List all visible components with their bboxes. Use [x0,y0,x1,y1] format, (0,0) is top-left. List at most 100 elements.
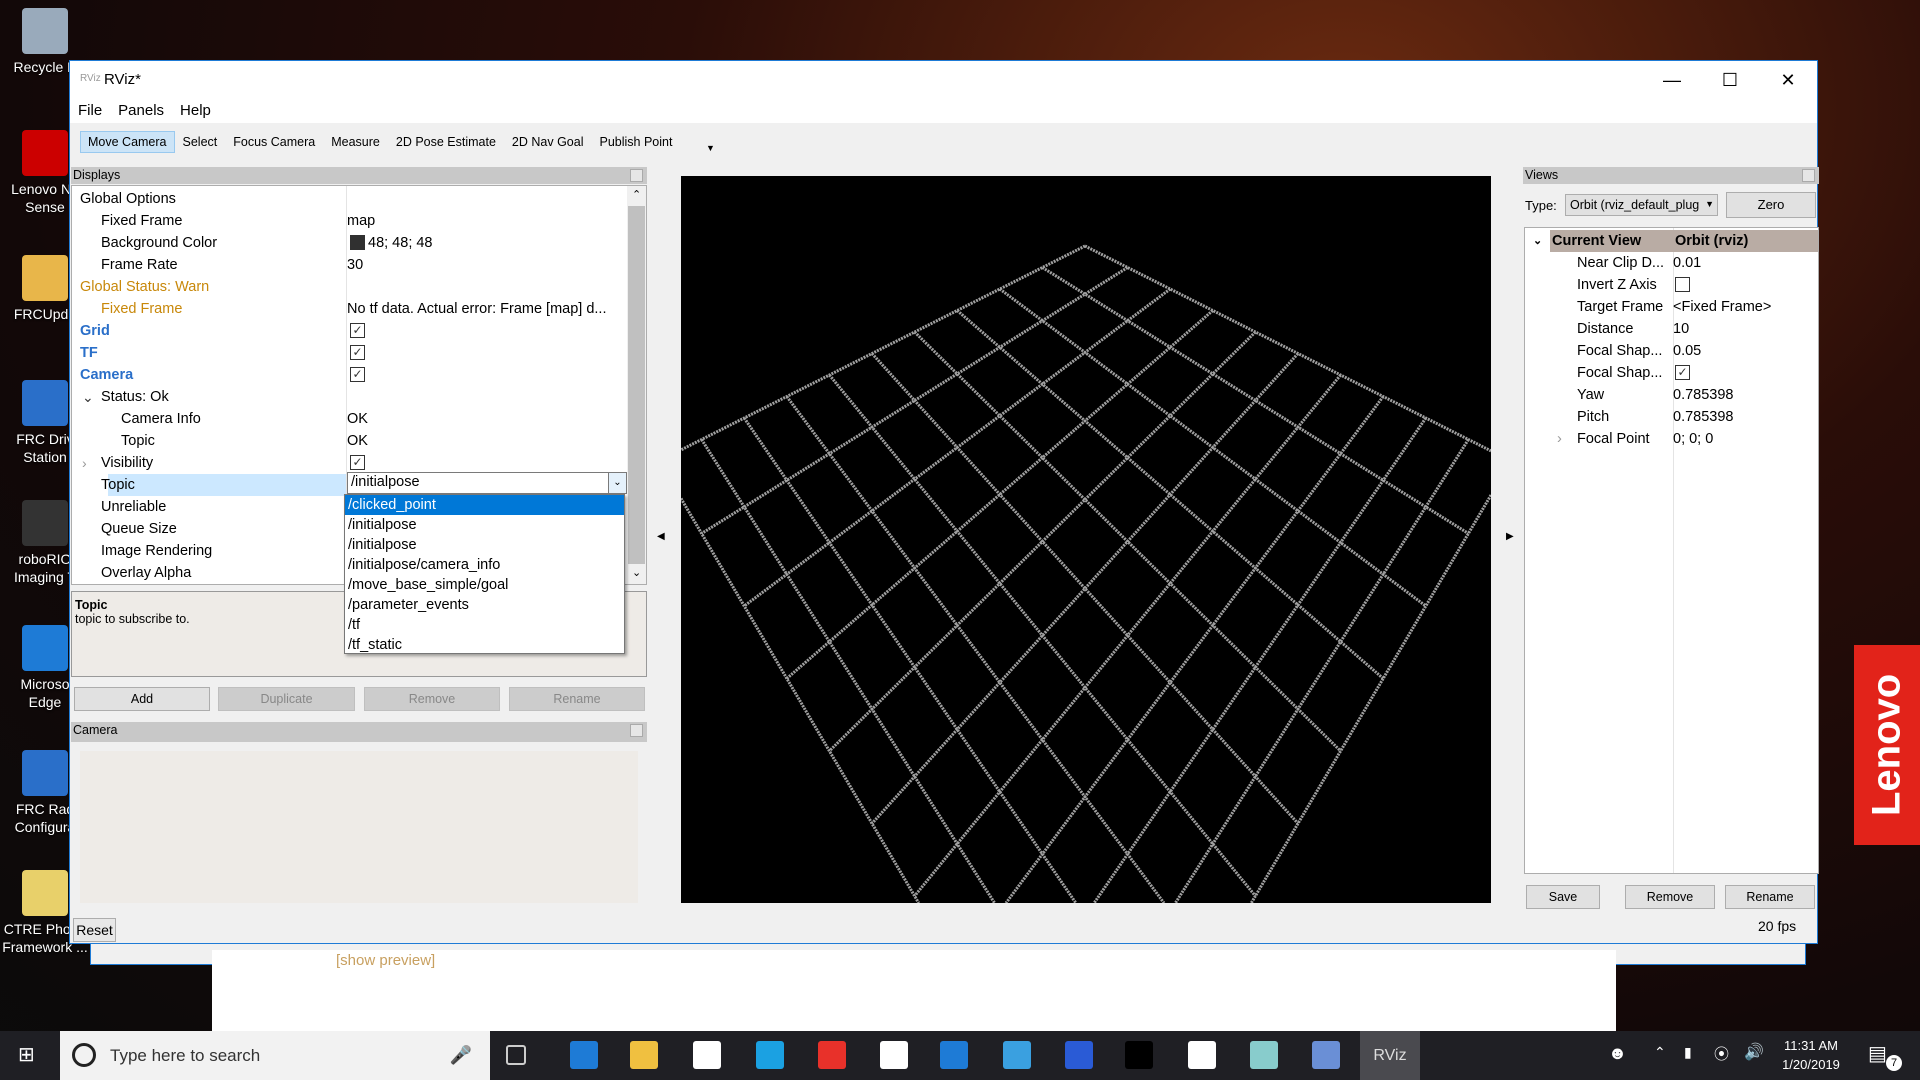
current-view-row[interactable]: ⌄ Current View Orbit (rviz) [1525,230,1818,252]
scroll-up-icon[interactable]: ⌃ [632,188,641,201]
display-row[interactable]: Camera Info OK [72,408,627,430]
topic-option[interactable]: /parameter_events [345,595,624,615]
action-center-icon[interactable]: ▤ [1868,1041,1887,1066]
save-view-button[interactable]: Save [1526,885,1600,909]
tool-2d-pose-estimate[interactable]: 2D Pose Estimate [388,131,504,153]
view-property-row[interactable]: Invert Z Axis [1525,274,1818,296]
checkbox[interactable]: ✓ [350,454,365,470]
taskbar-rviz-app[interactable]: RViz [1360,1031,1420,1080]
topic-option[interactable]: /tf [345,615,624,635]
topic-option[interactable]: /initialpose/camera_info [345,555,624,575]
tool-2d-nav-goal[interactable]: 2D Nav Goal [504,131,592,153]
view-type-dropdown[interactable]: Orbit (rviz_default_pluɡ ▼ [1565,194,1718,216]
display-row[interactable]: Global Options [72,188,627,210]
menu-panels[interactable]: Panels [110,99,172,122]
lync-icon[interactable] [756,1041,784,1069]
close-button[interactable]: ✕ [1759,61,1817,99]
driver-station-icon[interactable] [1312,1041,1340,1069]
volume-icon[interactable]: 🔊 [1744,1042,1764,1062]
tool-move-camera[interactable]: Move Camera [80,131,175,153]
show-hidden-icons-chevron[interactable]: ⌃ [1654,1044,1666,1061]
people-icon[interactable]: ☻ [1608,1043,1627,1064]
checkbox[interactable]: ✓ [350,344,365,360]
app-red-icon[interactable] [818,1041,846,1069]
menu-help[interactable]: Help [172,99,219,122]
topic-option[interactable]: /initialpose [345,515,624,535]
view-property-row[interactable]: Near Clip D... 0.01 [1525,252,1818,274]
internet-explorer-icon[interactable] [940,1041,968,1069]
chevron-down-icon[interactable]: ⌄ [608,473,626,493]
minimize-button[interactable]: — [1643,61,1701,99]
display-row[interactable]: ⌄ Status: Ok [72,386,627,408]
display-row[interactable]: TF ✓ [72,342,627,364]
topic-option[interactable]: /clicked_point [345,495,624,515]
float-panel-button[interactable] [630,169,643,182]
checkbox[interactable]: ✓ [1675,364,1690,380]
show-preview-link[interactable]: [show preview] [336,952,435,969]
control-panel-icon[interactable] [1003,1041,1031,1069]
collapse-left-icon[interactable]: ◀ [657,531,665,542]
view-property-row[interactable]: Yaw 0.785398 [1525,384,1818,406]
toolbar-overflow-icon[interactable]: ▼ [706,143,715,153]
checkbox[interactable] [1675,276,1690,292]
tool-focus-camera[interactable]: Focus Camera [225,131,323,153]
topic-option[interactable]: /tf_static [345,635,624,655]
zero-button[interactable]: Zero [1726,192,1816,218]
view-property-row[interactable]: Target Frame <Fixed Frame> [1525,296,1818,318]
remove-button[interactable]: Remove [364,687,500,711]
mail-icon[interactable] [880,1041,908,1069]
float-panel-button[interactable] [630,724,643,737]
battery-icon[interactable]: ▮ [1684,1044,1692,1061]
add-button[interactable]: Add [74,687,210,711]
wifi-icon[interactable]: ⦿ [1714,1043,1729,1064]
float-panel-button[interactable] [1802,169,1815,182]
view-property-row[interactable]: Focal Shap... ✓ [1525,362,1818,384]
display-row[interactable]: Camera ✓ [72,364,627,386]
chevron-right-icon[interactable]: › [1557,428,1562,450]
view-property-row[interactable]: Distance 10 [1525,318,1818,340]
menu-file[interactable]: File [70,99,110,122]
topic-dropdown-list[interactable]: /clicked_point/initialpose/initialpose/i… [344,494,625,654]
rename-view-button[interactable]: Rename [1725,885,1815,909]
taskbar-search-box[interactable]: Type here to search 🎤 [60,1031,490,1080]
scrollbar-thumb[interactable] [628,206,645,564]
display-row[interactable]: Fixed Frame No tf data. Actual error: Fra… [72,298,627,320]
rename-button[interactable]: Rename [509,687,645,711]
duplicate-button[interactable]: Duplicate [218,687,355,711]
display-row[interactable]: Global Status: Warn [72,276,627,298]
color-swatch[interactable] [350,234,365,250]
display-row[interactable]: Fixed Frame map [72,210,627,232]
chevron-down-icon[interactable]: ⌄ [1533,230,1542,252]
edge-icon[interactable] [570,1041,598,1069]
onedrive-icon[interactable] [1188,1041,1216,1069]
chevron-down-icon[interactable]: ⌄ [82,386,94,408]
task-view-icon[interactable] [506,1045,526,1065]
topic-option[interactable]: /move_base_simple/goal [345,575,624,595]
display-row[interactable]: Frame Rate 30 [72,254,627,276]
display-row[interactable]: › Visibility ✓ [72,452,627,474]
title-bar[interactable]: RViz RViz* — ☐ ✕ [70,61,1817,99]
powershell-icon[interactable] [1065,1041,1093,1069]
display-row[interactable]: Grid ✓ [72,320,627,342]
view-property-row[interactable]: › Focal Point 0; 0; 0 [1525,428,1818,450]
view-property-row[interactable]: Focal Shap... 0.05 [1525,340,1818,362]
tool-measure[interactable]: Measure [323,131,388,153]
3d-render-view[interactable] [681,176,1491,903]
collapse-right-icon[interactable]: ▶ [1506,531,1514,542]
terminal-icon[interactable] [1125,1041,1153,1069]
maximize-button[interactable]: ☐ [1701,61,1759,99]
chevron-right-icon[interactable]: › [82,452,87,474]
view-property-row[interactable]: Pitch 0.785398 [1525,406,1818,428]
checkbox[interactable]: ✓ [350,322,365,338]
checkbox[interactable]: ✓ [350,366,365,382]
reset-button[interactable]: Reset [73,918,116,942]
file-explorer-icon[interactable] [630,1041,658,1069]
windows-start-icon[interactable]: ⊞ [18,1044,40,1066]
microphone-icon[interactable]: 🎤 [450,1031,472,1080]
scroll-down-icon[interactable]: ⌄ [632,566,641,579]
app-icon[interactable] [1250,1041,1278,1069]
display-row[interactable]: Background Color 48; 48; 48 [72,232,627,254]
clock[interactable]: 11:31 AM 1/20/2019 [1776,1036,1846,1074]
remove-view-button[interactable]: Remove [1625,885,1715,909]
display-row[interactable]: Topic OK [72,430,627,452]
